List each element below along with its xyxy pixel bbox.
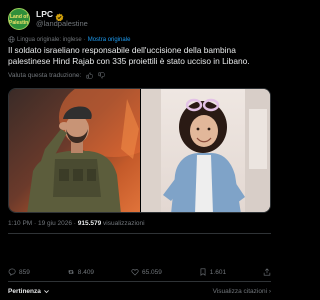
divider-bottom <box>8 281 271 282</box>
rate-prompt: Valuta questa traduzione: <box>8 72 82 79</box>
verified-badge-icon <box>55 9 64 22</box>
tweet-card: Land of Palestine LPC @landpalestine Lin… <box>0 0 279 300</box>
like-button[interactable]: 65.059 <box>131 268 162 276</box>
view-count: 915.579 <box>77 220 102 227</box>
globe-icon <box>8 36 15 43</box>
reply-count: 859 <box>19 268 30 276</box>
display-name[interactable]: LPC <box>36 9 53 19</box>
bookmark-icon <box>200 268 206 276</box>
rate-translation-row: Valuta questa traduzione: <box>8 72 106 79</box>
repost-count: 8.409 <box>77 268 95 276</box>
bookmark-button[interactable]: 1.601 <box>199 268 226 276</box>
heart-icon <box>131 269 139 276</box>
thumbs-up-icon[interactable] <box>86 72 94 79</box>
tweet-text: Il soldato israeliano responsabile dell'… <box>8 45 250 66</box>
bookmark-count: 1.601 <box>209 268 227 276</box>
reply-button[interactable]: 859 <box>8 268 30 276</box>
views-label: visualizzazioni <box>101 220 145 227</box>
share-icon <box>263 268 271 276</box>
media-grid <box>8 88 271 213</box>
child-photo[interactable] <box>140 89 270 212</box>
replies-sort-row: Pertinenza Visualizza citazioni › <box>8 286 271 296</box>
avatar-logo-text: Land of Palestine <box>9 14 30 26</box>
chevron-down-icon <box>44 289 49 293</box>
view-quotes-link[interactable]: Visualizza citazioni › <box>213 288 271 295</box>
share-button[interactable] <box>263 268 271 276</box>
thumbs-down-icon[interactable] <box>98 72 106 79</box>
like-count: 65.059 <box>141 268 162 276</box>
divider-top <box>8 233 271 234</box>
translation-note: Lingua originale: inglese · Mostra origi… <box>8 36 130 43</box>
tweet-meta: 1:10 PM · 19 giu 2026 · 915.579 visualiz… <box>8 220 145 227</box>
sort-dropdown[interactable]: Pertinenza <box>8 288 50 295</box>
reply-icon <box>8 268 16 276</box>
timestamp[interactable]: 1:10 PM · 19 giu 2026 · <box>8 220 78 227</box>
name-row: LPC <box>36 8 64 22</box>
action-bar: 859 8.409 65.059 1.601 <box>8 266 271 278</box>
repost-icon <box>67 270 74 274</box>
avatar[interactable]: Land of Palestine <box>8 8 30 30</box>
tweet-header: Land of Palestine LPC @landpalestine <box>8 8 271 30</box>
chevron-right-icon: › <box>268 287 271 295</box>
translation-label: Lingua originale: inglese <box>17 36 82 43</box>
show-original-link[interactable]: Mostra originale <box>88 37 131 43</box>
handle[interactable]: @landpalestine <box>36 19 88 28</box>
soldier-photo[interactable] <box>9 89 140 212</box>
repost-button[interactable]: 8.409 <box>67 268 94 276</box>
sort-label: Pertinenza <box>8 287 41 295</box>
view-quotes-label: Visualizza citazioni <box>212 287 268 295</box>
